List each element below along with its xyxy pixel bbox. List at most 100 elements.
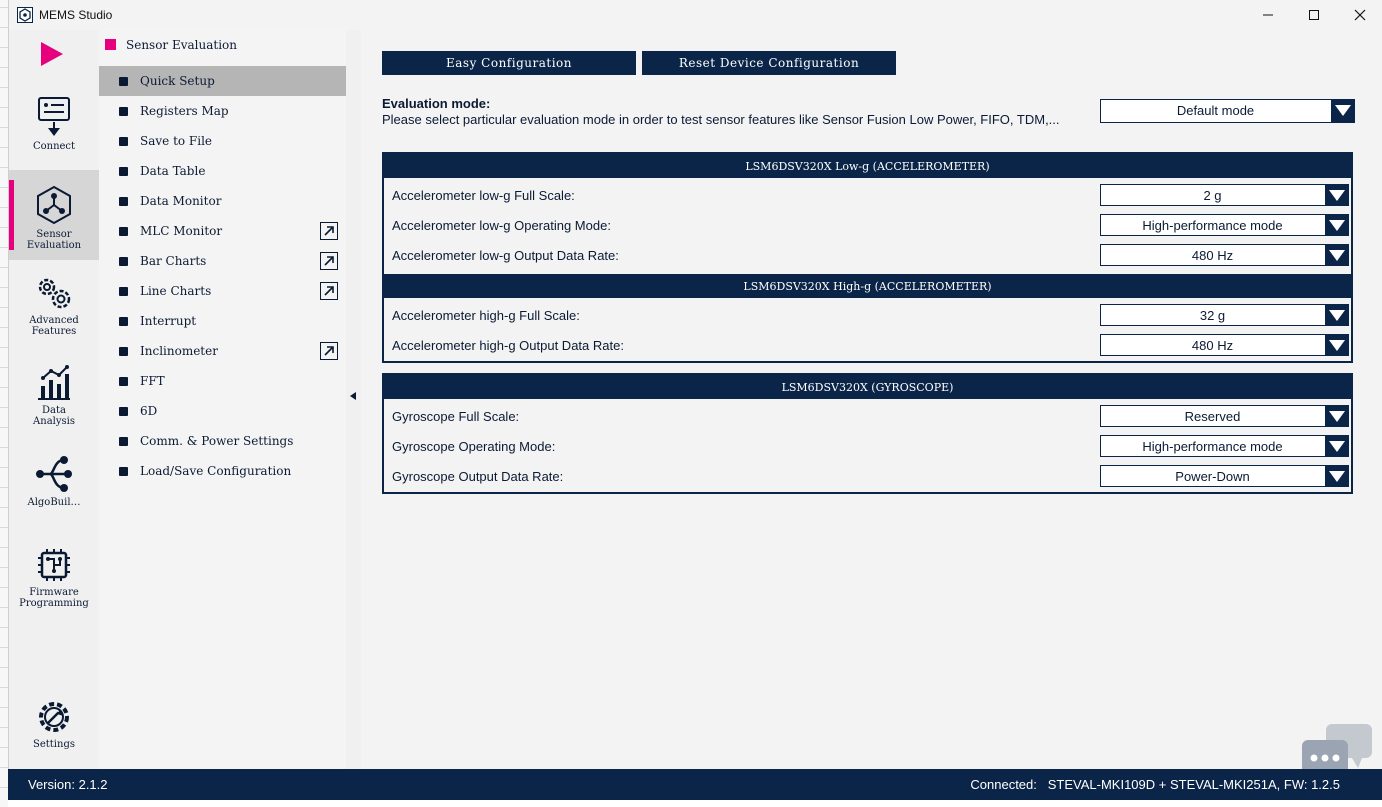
gears-icon: [38, 278, 71, 309]
bullet-icon: [119, 347, 128, 356]
sidebar-item-advanced-features[interactable]: Advanced Features: [9, 270, 99, 360]
bullet-icon: [119, 437, 128, 446]
setting-label: Accelerometer high-g Output Data Rate:: [392, 338, 624, 353]
setting-row: Accelerometer low-g Full Scale: 2 g: [384, 180, 1351, 210]
accel-highg-odr-select[interactable]: 480 Hz: [1100, 334, 1349, 356]
open-external-icon[interactable]: [320, 222, 338, 240]
setting-row: Accelerometer low-g Output Data Rate: 48…: [384, 240, 1351, 270]
bullet-icon: [119, 377, 128, 386]
select-value: High-performance mode: [1142, 218, 1283, 233]
chevron-down-icon[interactable]: [1325, 245, 1348, 265]
reset-device-configuration-button[interactable]: Reset Device Configuration: [642, 51, 896, 75]
easy-configuration-button[interactable]: Easy Configuration: [382, 51, 636, 75]
submenu-item-comm-power-settings[interactable]: Comm. & Power Settings: [99, 426, 346, 456]
sidebar-item-sensor-evaluation[interactable]: Sensor Evaluation: [9, 170, 99, 260]
chevron-down-icon[interactable]: [1325, 185, 1348, 205]
submenu-item-save-to-file[interactable]: Save to File: [99, 126, 346, 156]
accel-lowg-operating-mode-select[interactable]: High-performance mode: [1100, 214, 1349, 236]
section-header: LSM6DSV320X Low-g (ACCELEROMETER): [384, 154, 1351, 178]
submenu-item-data-table[interactable]: Data Table: [99, 156, 346, 186]
gyro-full-scale-select[interactable]: Reserved: [1100, 405, 1349, 427]
setting-row: Gyroscope Operating Mode: High-performan…: [384, 431, 1351, 461]
select-value: 480 Hz: [1191, 248, 1234, 263]
main-sidebar: Connect Sensor Evaluation Advanced Featu…: [9, 30, 99, 769]
setting-row: Gyroscope Output Data Rate: Power-Down: [384, 461, 1351, 491]
submenu-item-fft[interactable]: FFT: [99, 366, 346, 396]
section-header: LSM6DSV320X High-g (ACCELEROMETER): [384, 274, 1351, 298]
chevron-down-icon[interactable]: [1325, 335, 1348, 355]
open-external-icon[interactable]: [320, 282, 338, 300]
bullet-icon: [119, 107, 128, 116]
open-external-icon[interactable]: [320, 342, 338, 360]
connected-device: STEVAL-MKI109D + STEVAL-MKI251A, FW: 1.2…: [1047, 777, 1340, 792]
submenu-item-load-save-configuration[interactable]: Load/Save Configuration: [99, 456, 346, 486]
gyro-operating-mode-select[interactable]: High-performance mode: [1100, 435, 1349, 457]
chevron-down-icon[interactable]: [1325, 436, 1348, 456]
submenu-label: Line Charts: [140, 284, 212, 298]
status-bar: Version: 2.1.2 Connected: STEVAL-MKI109D…: [8, 769, 1382, 800]
maximize-button[interactable]: [1291, 0, 1337, 30]
submenu-item-inclinometer[interactable]: Inclinometer: [99, 336, 346, 366]
maximize-icon: [1309, 10, 1319, 20]
bullet-icon: [119, 197, 128, 206]
setting-label: Accelerometer high-g Full Scale:: [392, 308, 580, 323]
submenu-item-interrupt[interactable]: Interrupt: [99, 306, 346, 336]
gyroscope-panel: LSM6DSV320X (GYROSCOPE) Gyroscope Full S…: [382, 373, 1353, 494]
chevron-down-icon[interactable]: [1325, 406, 1348, 426]
sidebar-label: AlgoBuil…: [27, 497, 81, 508]
submenu-item-bar-charts[interactable]: Bar Charts: [99, 246, 346, 276]
accel-lowg-full-scale-select[interactable]: 2 g: [1100, 184, 1349, 206]
chat-icon[interactable]: [1296, 724, 1376, 774]
evaluation-mode-select[interactable]: Default mode: [1100, 99, 1355, 123]
accel-highg-full-scale-select[interactable]: 32 g: [1100, 304, 1349, 326]
submenu-label: Load/Save Configuration: [140, 464, 292, 478]
select-value: 32 g: [1199, 308, 1226, 323]
sidebar-label: Settings: [33, 739, 75, 750]
sidebar-item-connect[interactable]: Connect: [9, 90, 99, 180]
bullet-icon: [119, 407, 128, 416]
gyro-odr-select[interactable]: Power-Down: [1100, 465, 1349, 487]
select-value: Default mode: [1176, 103, 1255, 118]
select-value: High-performance mode: [1142, 439, 1283, 454]
accel-lowg-odr-select[interactable]: 480 Hz: [1100, 244, 1349, 266]
setting-label: Gyroscope Operating Mode:: [392, 439, 556, 454]
quick-setup-panel: Easy Configuration Reset Device Configur…: [361, 30, 1382, 769]
bullet-icon: [119, 317, 128, 326]
mems-logo-icon: [17, 7, 33, 23]
connection-status: Connected: STEVAL-MKI109D + STEVAL-MKI25…: [970, 777, 1340, 792]
chevron-down-icon[interactable]: [1325, 215, 1348, 235]
open-external-icon[interactable]: [320, 252, 338, 270]
select-value: Reserved: [1184, 409, 1241, 424]
submenu-item-data-monitor[interactable]: Data Monitor: [99, 186, 346, 216]
submenu-item-line-charts[interactable]: Line Charts: [99, 276, 346, 306]
sidebar-item-data-analysis[interactable]: Data Analysis: [9, 360, 99, 450]
submenu-item-registers-map[interactable]: Registers Map: [99, 96, 346, 126]
sidebar-item-settings[interactable]: Settings: [9, 690, 99, 780]
submenu-label: Quick Setup: [140, 74, 215, 88]
submenu-item-mlc-monitor[interactable]: MLC Monitor: [99, 216, 346, 246]
collapse-submenu-handle[interactable]: [346, 30, 361, 769]
sidebar-item-algobuilder[interactable]: AlgoBuil…: [9, 450, 99, 540]
submenu-label: Interrupt: [140, 314, 197, 328]
submenu-label: Data Table: [140, 164, 206, 178]
data-analysis-icon: [38, 365, 70, 400]
submenu-item-quick-setup[interactable]: Quick Setup: [99, 66, 346, 96]
chevron-down-icon[interactable]: [1325, 466, 1348, 486]
chevron-down-icon[interactable]: [1325, 305, 1348, 325]
minimize-button[interactable]: [1245, 0, 1291, 30]
setting-row: Accelerometer low-g Operating Mode: High…: [384, 210, 1351, 240]
submenu-label: Data Monitor: [140, 194, 222, 208]
chevron-down-icon[interactable]: [1331, 100, 1354, 122]
select-value: 480 Hz: [1191, 338, 1234, 353]
bullet-icon: [119, 227, 128, 236]
chip-icon: [38, 549, 70, 581]
play-icon[interactable]: [39, 40, 65, 68]
setting-row: Accelerometer high-g Full Scale: 32 g: [384, 300, 1351, 330]
select-value: 2 g: [1203, 188, 1222, 203]
sidebar-label: Firmware Programming: [19, 587, 89, 609]
submenu-item-6d[interactable]: 6D: [99, 396, 346, 426]
close-button[interactable]: [1337, 0, 1382, 30]
chevron-left-icon: [350, 392, 356, 400]
sidebar-item-firmware-programming[interactable]: Firmware Programming: [9, 540, 99, 630]
bullet-icon: [119, 287, 128, 296]
